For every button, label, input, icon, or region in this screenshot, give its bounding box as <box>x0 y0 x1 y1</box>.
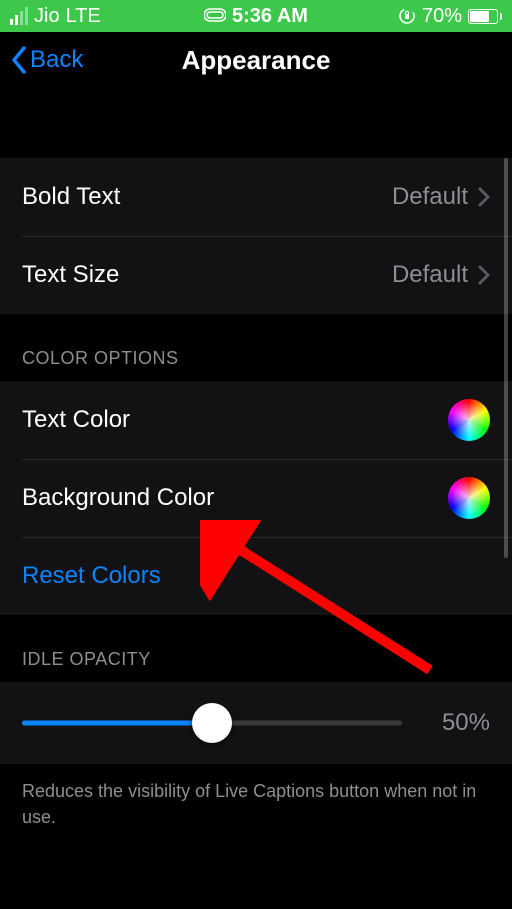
row-bold-text[interactable]: Bold Text Default <box>0 158 512 236</box>
bold-text-label: Bold Text <box>22 183 392 211</box>
status-center: 5:36 AM <box>204 5 308 28</box>
page-title: Appearance <box>182 45 331 76</box>
chevron-right-icon <box>478 265 490 285</box>
text-color-label: Text Color <box>22 406 448 434</box>
color-options-group: Text Color Background Color Reset Colors <box>0 381 512 615</box>
battery-icon <box>468 9 502 24</box>
slider-thumb[interactable] <box>192 703 232 743</box>
nav-bar: Back Appearance <box>0 32 512 88</box>
spacer <box>0 88 512 158</box>
time-label: 5:36 AM <box>232 5 308 28</box>
content-scroll[interactable]: Bold Text Default Text Size Default COLO… <box>0 88 512 909</box>
hotspot-icon <box>204 6 226 27</box>
chevron-left-icon <box>10 45 28 75</box>
text-size-value: Default <box>392 261 468 289</box>
rotation-lock-icon <box>398 7 416 25</box>
color-options-header: COLOR OPTIONS <box>0 314 512 381</box>
idle-opacity-header: IDLE OPACITY <box>0 615 512 682</box>
row-reset-colors[interactable]: Reset Colors <box>0 537 512 615</box>
color-wheel-icon <box>448 399 490 441</box>
battery-pct-label: 70% <box>422 5 462 28</box>
status-bar: Jio LTE 5:36 AM 70% <box>0 0 512 32</box>
reset-colors-label: Reset Colors <box>22 562 490 590</box>
row-text-size[interactable]: Text Size Default <box>0 236 512 314</box>
scroll-indicator <box>504 158 508 558</box>
carrier-label: Jio <box>34 5 60 28</box>
network-label: LTE <box>66 5 101 28</box>
text-size-label: Text Size <box>22 261 392 289</box>
idle-opacity-group: 50% <box>0 682 512 764</box>
idle-opacity-slider-row: 50% <box>0 682 512 764</box>
signal-icon <box>10 7 28 25</box>
idle-opacity-value: 50% <box>426 709 490 737</box>
row-background-color[interactable]: Background Color <box>0 459 512 537</box>
status-right: 70% <box>398 5 502 28</box>
background-color-label: Background Color <box>22 484 448 512</box>
row-text-color[interactable]: Text Color <box>0 381 512 459</box>
back-label: Back <box>30 46 83 74</box>
back-button[interactable]: Back <box>10 45 83 75</box>
text-style-group: Bold Text Default Text Size Default <box>0 158 512 314</box>
chevron-right-icon <box>478 187 490 207</box>
idle-opacity-slider[interactable] <box>22 708 402 738</box>
idle-opacity-footer: Reduces the visibility of Live Captions … <box>0 764 512 870</box>
slider-track-fill <box>22 721 212 726</box>
bold-text-value: Default <box>392 183 468 211</box>
status-left: Jio LTE <box>10 5 101 28</box>
color-wheel-icon <box>448 477 490 519</box>
